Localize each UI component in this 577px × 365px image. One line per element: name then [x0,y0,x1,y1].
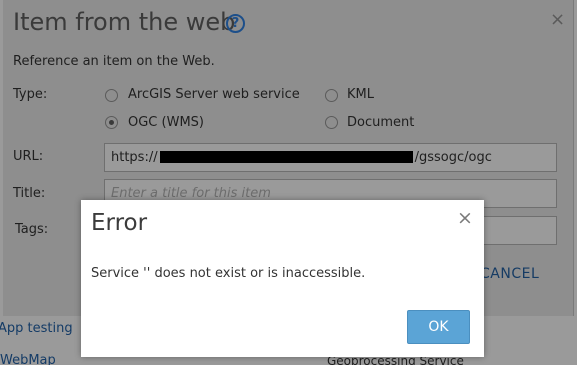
url-suffix: /gssogc/ogc [414,150,492,165]
radio-arcgis-server[interactable] [105,89,118,102]
url-label: URL: [13,149,44,164]
close-icon[interactable]: × [550,9,565,30]
url-input[interactable]: https:// /gssogc/ogc [104,143,557,172]
radio-arcgis-server-label: ArcGIS Server web service [128,87,300,102]
app-testing-link[interactable]: App testing [0,321,73,336]
cancel-button[interactable]: CANCEL [480,266,539,282]
redaction-bar [159,151,413,163]
radio-kml[interactable] [325,89,338,102]
dialog-subtitle: Reference an item on the Web. [13,54,215,69]
error-close-icon[interactable]: × [457,207,473,229]
tags-label: Tags: [15,222,49,237]
type-label: Type: [13,87,48,102]
title-placeholder: Enter a title for this item [111,186,271,201]
help-icon[interactable]: ? [226,14,245,33]
title-label: Title: [13,186,46,201]
radio-kml-label: KML [347,87,374,102]
webmap-link[interactable]: WebMap [0,353,56,365]
url-prefix: https:// [111,150,158,165]
error-dialog: Error × Service '' does not exist or is … [81,200,484,357]
error-title: Error [91,210,148,236]
error-message: Service '' does not exist or is inaccess… [91,266,366,281]
dialog-title: Item from the web [13,8,236,36]
radio-document[interactable] [325,116,338,129]
radio-document-label: Document [347,115,415,130]
ok-button[interactable]: OK [407,310,470,344]
radio-ogc-wms[interactable] [105,116,118,129]
radio-ogc-wms-label: OGC (WMS) [128,115,204,130]
